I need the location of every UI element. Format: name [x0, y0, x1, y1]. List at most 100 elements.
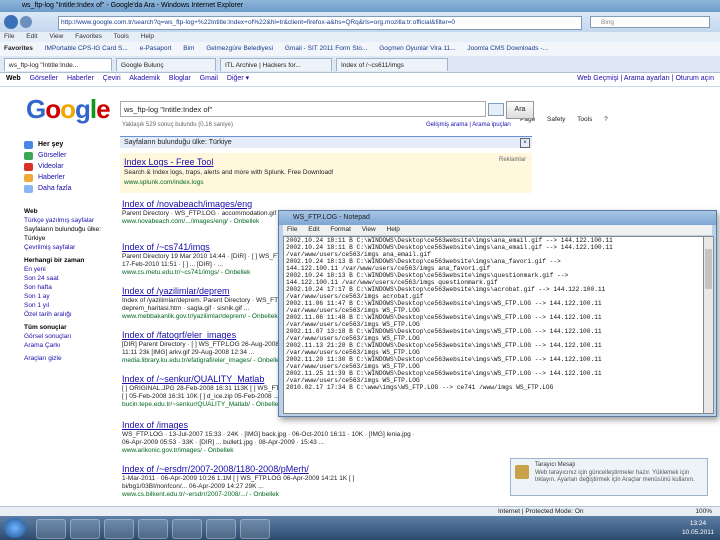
gbar-images[interactable]: Görseller [30, 75, 58, 82]
all-results[interactable]: Tüm sonuçlar [24, 323, 116, 332]
ad-title[interactable]: Index Logs - Free Tool [124, 157, 213, 167]
favorite-item[interactable]: Bim [183, 45, 194, 52]
advanced-search-link[interactable]: Gelişmiş arama | Arama ipuçları [426, 122, 511, 128]
nav-everything[interactable]: Her şey [24, 140, 116, 151]
close-icon[interactable]: × [520, 138, 530, 148]
gbar-more[interactable]: Diğer ▾ [227, 75, 249, 82]
back-button[interactable] [4, 15, 18, 29]
help-menu[interactable]: ? [604, 116, 608, 123]
menu-file[interactable]: File [4, 33, 14, 40]
log-line: 2002.10.24 17:17 B C:\WINDOWS\Desktop\ce… [286, 286, 606, 293]
sponsored-ad: Index Logs - Free Tool Search & Index lo… [120, 153, 532, 193]
tab-google[interactable]: Google Bulunç [116, 58, 216, 71]
gbar-translate[interactable]: Çeviri [103, 75, 121, 82]
time-month[interactable]: Son 1 ay [24, 292, 116, 301]
search-button[interactable]: Ara [506, 101, 534, 119]
result-snippet: 1-Mar-2011 · 06-Apr-2009 10:26 1.1M [ ] … [122, 475, 355, 482]
gbar-blogs[interactable]: Bloglar [169, 75, 191, 82]
tab-index-imgs[interactable]: Index of /~cs611/imgs [336, 58, 448, 71]
result-title[interactable]: Index of /images [122, 420, 532, 431]
time-year[interactable]: Son 1 yıl [24, 301, 116, 310]
log-line: /var/www/users/ce563/imgs WS_FTP.LOG [286, 335, 420, 342]
favorite-item[interactable]: Gmail - SIT 2011 Form Sto... [285, 45, 367, 52]
menu-tools[interactable]: Tools [114, 33, 129, 40]
google-bar: Web Görseller Haberler Çeviri Akademik B… [0, 72, 720, 87]
favorite-item[interactable]: Joomla CMS Downloads -... [467, 45, 548, 52]
result-title[interactable]: Index of /novabeach/images/eng [122, 199, 532, 210]
taskbar-app-icon[interactable] [172, 519, 202, 539]
taskbar-media-icon[interactable] [104, 519, 134, 539]
nav-translated[interactable]: Çevrilmiş sayfalar [24, 243, 116, 252]
result-snippet: 06-Apr-2009 05:53 · 33K · [DIR] ... bull… [122, 439, 324, 446]
google-logo[interactable]: Google [26, 94, 111, 124]
nav-country-pages[interactable]: Sayfaların bulunduğu ülke: Türkiye [24, 225, 116, 243]
hide-tools-link[interactable]: Araçları gizle [24, 354, 116, 363]
gbar-web[interactable]: Web [6, 75, 21, 82]
notepad-menu-help[interactable]: Help [387, 226, 400, 233]
time-newest[interactable]: En yeni [24, 265, 116, 274]
start-button[interactable] [4, 518, 26, 538]
nav-news[interactable]: Haberler [24, 173, 116, 184]
safety-menu[interactable]: Safety [547, 116, 565, 123]
nav-turkish-pages[interactable]: Türkçe yazılmış sayfalar [24, 216, 116, 225]
log-line: 2002.11.20 11:30 B C:\WINDOWS\Desktop\ce… [286, 356, 602, 363]
scrollbar-thumb[interactable] [705, 249, 712, 289]
notepad-menu-file[interactable]: File [287, 226, 297, 233]
gbar-news[interactable]: Haberler [67, 75, 94, 82]
forward-button[interactable] [20, 16, 32, 28]
log-line: 2002.10.24 18:13 B C:\WINDOWS\Desktop\ce… [286, 272, 569, 279]
favorites-button[interactable]: Favorites [4, 45, 33, 52]
result-url[interactable]: www.cs.bilkent.edu.tr/~ersdrr/2007-2008/… [122, 491, 532, 499]
nav-wonder-wheel[interactable]: Arama Çarkı [24, 341, 116, 350]
menu-help[interactable]: Help [141, 33, 154, 40]
nav-web[interactable]: Web [24, 207, 116, 216]
notepad-menu-view[interactable]: View [362, 226, 376, 233]
notepad-menu-format[interactable]: Format [330, 226, 351, 233]
search-input[interactable]: ws_ftp-log "Intitle:Index of" [120, 101, 486, 117]
notepad-text-area[interactable]: 2002.10.24 18:11 B C:\WINDOWS\Desktop\ce… [283, 236, 705, 414]
taskbar-app-icon[interactable] [138, 519, 168, 539]
notepad-window[interactable]: WS_FTP.LOG - Notepad _□× File Edit Forma… [278, 210, 717, 417]
system-clock[interactable]: 13:24 10.05.2011 [682, 519, 714, 537]
address-input[interactable]: http://www.google.com.tr/search?q=ws_ftp… [58, 16, 582, 30]
log-line: /var/www/users/ce563/imgs acrobat.gif [286, 293, 424, 300]
gbar-account-links[interactable]: Web Geçmişi | Arama ayarları | Oturum aç… [577, 72, 714, 86]
taskbar-ie-icon[interactable] [36, 519, 66, 539]
gbar-gmail[interactable]: Gmail [200, 75, 218, 82]
window-title: ws_ftp-log "Intitle:Index of" - Google'd… [22, 2, 244, 9]
log-line: 2002.11.06 11:47 B C:\WINDOWS\Desktop\ce… [286, 300, 602, 307]
gbar-scholar[interactable]: Akademik [129, 75, 160, 82]
menu-favorites[interactable]: Favorites [75, 33, 102, 40]
country-bar-text: Sayfaların bulunduğu ülke: Türkiye [124, 139, 232, 146]
keyboard-icon[interactable] [488, 103, 504, 116]
tab-itl-archive[interactable]: ITL Archive | Hackers for... [220, 58, 332, 71]
favorite-item[interactable]: e-Pasaport [140, 45, 172, 52]
time-custom[interactable]: Özel tarih aralığı [24, 310, 116, 319]
search-provider-input[interactable]: Bing [590, 16, 710, 28]
notification-title: Tarayıcı Mesajı [535, 462, 576, 468]
result-title[interactable]: Index of /~ersdrr/2007-2008/1180-2008/pM… [122, 464, 532, 475]
favorite-item[interactable]: IMPortable CPS-IG Card S... [45, 45, 128, 52]
time-24h[interactable]: Son 24 saat [24, 274, 116, 283]
tab-search[interactable]: ws_ftp-log "Intitle:Inde... [4, 58, 112, 71]
favorite-item[interactable]: Gelmezgüre Belediyesi [206, 45, 273, 52]
notepad-menu-edit[interactable]: Edit [308, 226, 319, 233]
notepad-title-bar[interactable]: WS_FTP.LOG - Notepad _□× [279, 211, 716, 225]
result-stats: Yaklaşık 529 sonuç bulundu (0,16 saniye) [122, 122, 233, 128]
favorite-item[interactable]: Goçmen Oyunlar Vira 11... [379, 45, 455, 52]
menu-view[interactable]: View [49, 33, 63, 40]
tools-menu[interactable]: Tools [577, 116, 592, 123]
nav-videos[interactable]: Videolar [24, 162, 116, 173]
log-line: 2002.11.25 11:39 B C:\WINDOWS\Desktop\ce… [286, 370, 602, 377]
taskbar-notepad-icon[interactable] [206, 519, 236, 539]
notification-toast[interactable]: Tarayıcı Mesajı Web tarayıcınız için gün… [510, 458, 708, 496]
nav-more[interactable]: Daha fazla [24, 184, 116, 195]
nav-images[interactable]: Görseller [24, 151, 116, 162]
taskbar-explorer-icon[interactable] [70, 519, 100, 539]
menu-edit[interactable]: Edit [26, 33, 37, 40]
taskbar-app-icon[interactable] [240, 519, 270, 539]
nav-image-results[interactable]: Görsel sonuçları [24, 332, 116, 341]
time-week[interactable]: Son hafta [24, 283, 116, 292]
result-url[interactable]: www.arikonic.gov.tr/images/ - Önbellek [122, 447, 532, 455]
notepad-scrollbar[interactable] [703, 236, 714, 414]
